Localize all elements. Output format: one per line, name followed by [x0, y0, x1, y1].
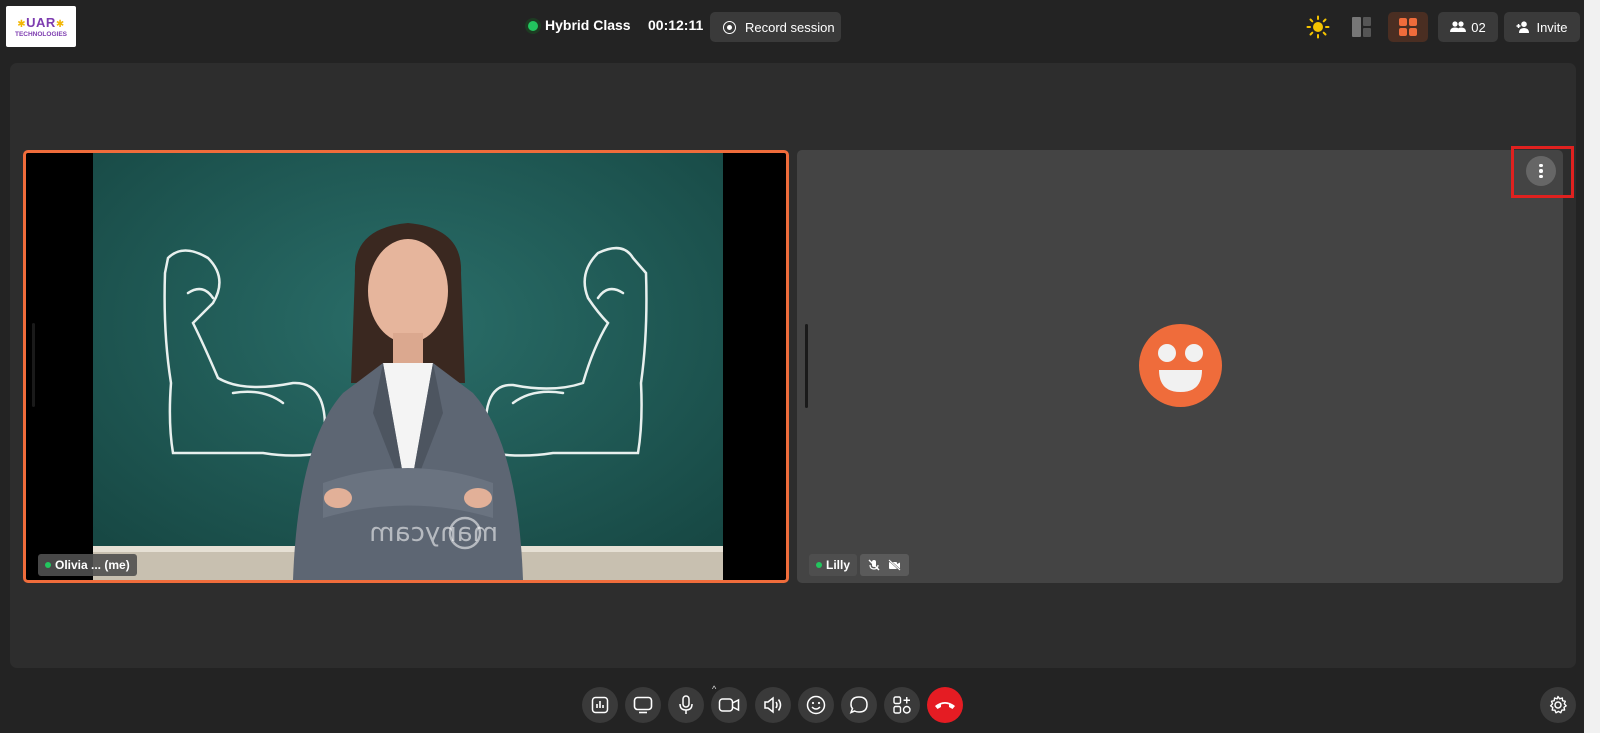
apps-icon — [893, 696, 911, 714]
logo-text: UAR — [26, 15, 56, 30]
invite-label: Invite — [1536, 19, 1568, 35]
record-session-button[interactable]: Record session — [710, 12, 841, 42]
teacher-video-frame: manycam — [93, 153, 723, 580]
class-title: Hybrid Class — [545, 17, 631, 33]
participants-icon — [1450, 21, 1467, 32]
online-status-icon — [45, 562, 51, 568]
screen-share-icon — [633, 696, 653, 714]
participant-name-tag: Olivia ... (me) — [38, 554, 137, 576]
end-call-button[interactable] — [927, 687, 963, 723]
svg-text:manycam: manycam — [369, 518, 498, 548]
speaker-icon — [764, 696, 782, 714]
record-icon — [723, 20, 736, 34]
microphone-icon — [679, 695, 693, 714]
poll-button[interactable] — [582, 687, 618, 723]
session-timer: 00:12:11 — [648, 17, 704, 33]
top-bar: ✱UAR✱ TECHNOLOGIES Hybrid Class 00:12:11… — [0, 0, 1584, 53]
video-tile-me[interactable]: manycam Olivia ... (me) — [23, 150, 789, 583]
tile-resize-handle[interactable] — [32, 323, 35, 407]
add-user-icon — [1516, 21, 1530, 33]
media-status-badge — [860, 554, 909, 576]
invite-button[interactable]: Invite — [1504, 12, 1580, 42]
tile-resize-handle[interactable] — [805, 324, 808, 408]
settings-button[interactable] — [1540, 687, 1576, 723]
highlight-box — [1511, 146, 1574, 198]
camera-off-icon — [888, 559, 901, 571]
online-status-icon — [816, 562, 822, 568]
mic-off-icon — [868, 559, 880, 571]
camera-button[interactable] — [711, 687, 747, 723]
participants-count: 02 — [1471, 19, 1486, 35]
chat-icon — [849, 696, 868, 714]
apps-button[interactable] — [884, 687, 920, 723]
participants-button[interactable]: 02 — [1438, 12, 1498, 42]
participant-name: Olivia ... (me) — [55, 558, 130, 572]
speaker-button[interactable] — [755, 687, 791, 723]
app-logo: ✱UAR✱ TECHNOLOGIES — [6, 6, 76, 47]
page-scrollbar[interactable] — [1584, 0, 1600, 733]
chat-button[interactable] — [841, 687, 877, 723]
logo-subtext: TECHNOLOGIES — [14, 31, 67, 38]
grid-layout-button[interactable] — [1388, 12, 1428, 42]
participant-video: manycam — [93, 153, 723, 580]
camera-icon — [718, 698, 740, 712]
avatar-smiley-icon — [1139, 324, 1222, 407]
theme-toggle-sun-icon[interactable] — [1306, 15, 1330, 39]
gear-icon — [1549, 695, 1567, 714]
live-status-icon — [525, 18, 541, 34]
participant-name-tag: Lilly — [809, 554, 858, 576]
record-session-label: Record session — [745, 19, 835, 35]
sidebar-layout-icon[interactable] — [1350, 15, 1374, 39]
reactions-button[interactable] — [798, 687, 834, 723]
participant-name: Lilly — [826, 558, 851, 572]
emoji-icon — [806, 695, 826, 715]
microphone-button[interactable] — [668, 687, 704, 723]
poll-icon — [591, 696, 609, 714]
screen-share-button[interactable] — [625, 687, 661, 723]
controls-bar — [0, 678, 1584, 733]
end-call-icon — [935, 702, 955, 709]
